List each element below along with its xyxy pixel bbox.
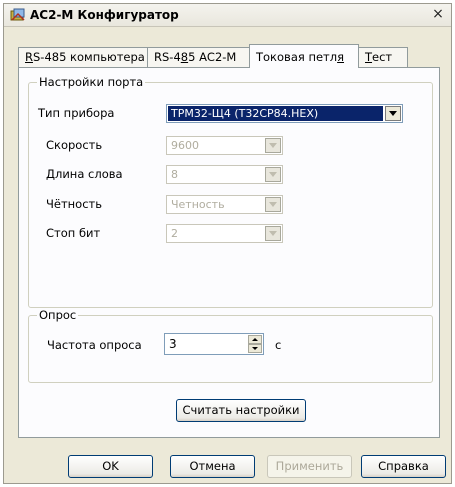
parity-select[interactable]: Четность xyxy=(166,195,283,214)
word-length-select[interactable]: 8 xyxy=(166,165,283,184)
ok-button[interactable]: OK xyxy=(68,455,153,478)
stop-bits-label: Стоп бит xyxy=(46,226,101,240)
close-icon[interactable]: × xyxy=(431,7,445,21)
speed-label: Скорость xyxy=(46,138,103,152)
stop-bits-select[interactable]: 2 xyxy=(166,224,283,243)
port-settings-group: Настройки порта Тип прибора ТРМ32-Щ4 (T3… xyxy=(28,75,433,308)
read-settings-button[interactable]: Считать настройки xyxy=(176,399,306,422)
title-bar: АС2-М Конфигуратор × xyxy=(4,4,451,27)
polling-title: Опрос xyxy=(37,308,79,322)
chevron-down-icon[interactable] xyxy=(385,106,401,121)
device-type-select[interactable]: ТРМ32-Щ4 (T32CP84.HEX) xyxy=(166,104,403,123)
poll-frequency-stepper[interactable]: 3 xyxy=(164,333,264,355)
parity-label: Чётность xyxy=(46,197,103,211)
chevron-down-icon[interactable] xyxy=(265,167,281,182)
apply-button[interactable]: Применить xyxy=(267,455,352,478)
spin-up-icon[interactable] xyxy=(248,335,262,344)
chevron-down-icon[interactable] xyxy=(265,138,281,153)
spin-down-icon[interactable] xyxy=(248,344,262,353)
cancel-button[interactable]: Отмена xyxy=(170,455,255,478)
chevron-down-icon[interactable] xyxy=(265,226,281,241)
poll-frequency-unit: с xyxy=(275,338,282,352)
config-window: АС2-М Конфигуратор × RS-485 компьютера R… xyxy=(3,3,452,484)
tab-panel: Настройки порта Тип прибора ТРМ32-Щ4 (T3… xyxy=(18,67,440,438)
polling-group: Опрос Частота опроса 3 с xyxy=(28,308,433,383)
app-icon xyxy=(10,8,25,21)
window-title: АС2-М Конфигуратор xyxy=(30,8,179,22)
help-button[interactable]: Справка xyxy=(361,455,446,478)
tab-rs485-computer[interactable]: RS-485 компьютера xyxy=(18,47,148,67)
device-type-label: Тип прибора xyxy=(38,106,115,120)
speed-select[interactable]: 9600 xyxy=(166,136,283,155)
chevron-down-icon[interactable] xyxy=(265,197,281,212)
word-length-label: Длина слова xyxy=(46,167,123,181)
tab-rs485-ac2m[interactable]: RS-485 АС2-М xyxy=(147,47,250,67)
poll-frequency-label: Частота опроса xyxy=(47,338,142,352)
tab-test[interactable]: Тест xyxy=(358,47,408,67)
port-settings-title: Настройки порта xyxy=(37,75,146,89)
tab-current-loop[interactable]: Токовая петля xyxy=(249,44,359,68)
